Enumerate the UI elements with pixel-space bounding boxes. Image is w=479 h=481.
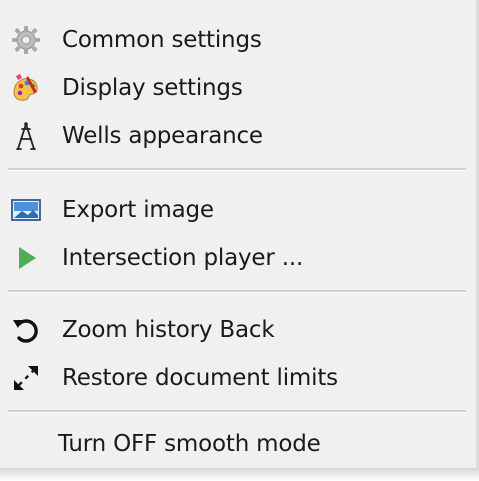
menu-item-label: Zoom history Back [62,317,275,343]
menu-item-label: Export image [62,197,214,223]
image-icon [10,194,42,226]
menu-item-label: Restore document limits [62,365,338,391]
menu-bottom-edge [0,468,479,481]
menu-separator [8,168,466,171]
gear-icon [10,24,42,56]
menu-item-wells-appearance[interactable]: Wells appearance [0,114,470,158]
menu-item-export-image[interactable]: Export image [0,188,470,232]
derrick-icon [10,120,42,152]
menu-item-restore-document-limits[interactable]: Restore document limits [0,356,470,400]
undo-arrow-icon [10,314,42,346]
palette-icon [10,72,42,104]
menu-item-label: Intersection player ... [62,245,304,271]
menu-item-intersection-player[interactable]: Intersection player ... [0,236,470,280]
menu-separator [8,410,466,413]
menu-item-turn-off-smooth-mode[interactable]: Turn OFF smooth mode [0,422,470,466]
menu-item-display-settings[interactable]: Display settings [0,66,470,110]
expand-arrows-icon [10,362,42,394]
menu-item-label: Display settings [62,75,243,101]
menu-item-label: Turn OFF smooth mode [58,431,321,457]
menu-item-zoom-history-back[interactable]: Zoom history Back [0,308,470,352]
play-icon [10,242,42,274]
menu-separator [8,290,466,293]
context-menu: Common settings Display settings Wells a… [0,0,479,481]
menu-item-common-settings[interactable]: Common settings [0,18,470,62]
menu-item-label: Common settings [62,27,262,53]
menu-item-label: Wells appearance [62,123,263,149]
